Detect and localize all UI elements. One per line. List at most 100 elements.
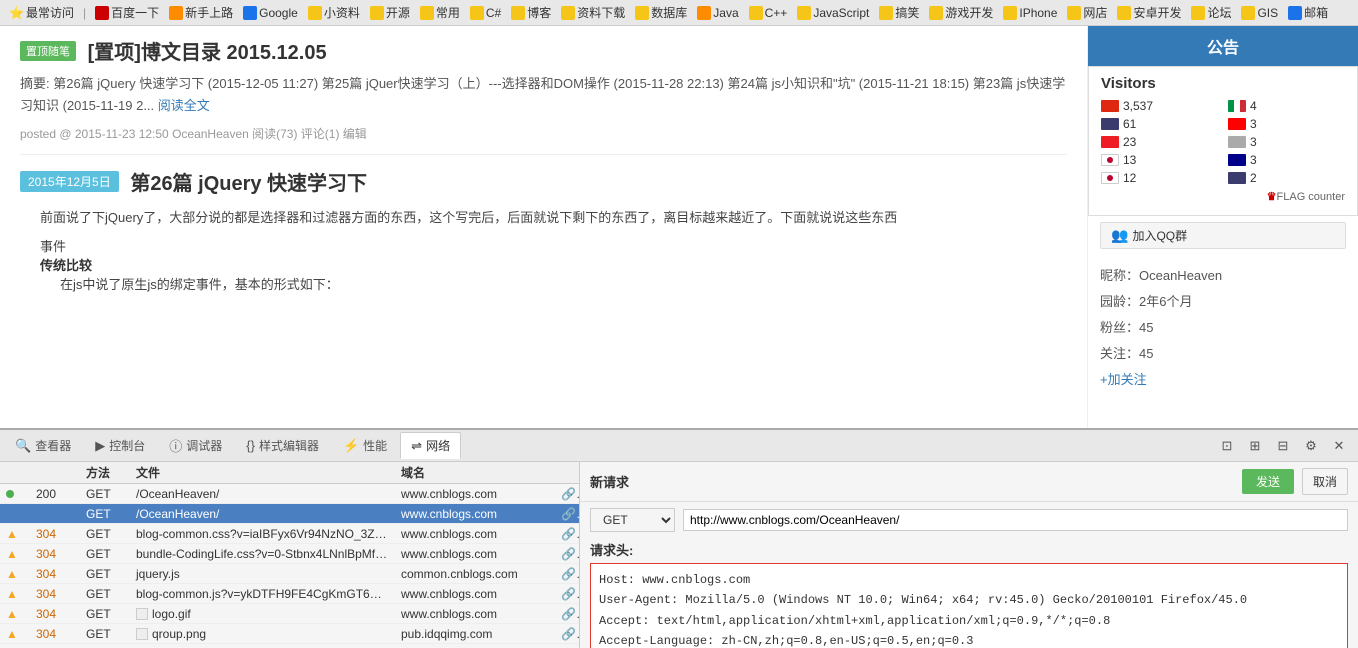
blog-content: 置顶随笔 [置项]博文目录 2015.12.05 摘要: 第26篇 jQuery… <box>0 26 1088 428</box>
row3-icon: 🔗 <box>555 527 579 541</box>
visitor-us2: 2 <box>1228 170 1345 186</box>
network-row-7[interactable]: ▲ 304 GET logo.gif www.cnblogs.com 🔗 <box>0 604 579 624</box>
read-more-link[interactable]: 阅读全文 <box>158 98 210 113</box>
bookmark-ziliao[interactable]: 资料下载 <box>558 3 628 22</box>
network-row-6[interactable]: ▲ 304 GET blog-common.js?v=ykDTFH9FE4CgK… <box>0 584 579 604</box>
flag-unknown <box>1228 136 1246 148</box>
bookmark-boke[interactable]: 博客 <box>508 3 554 22</box>
row7-status: 304 <box>30 607 80 621</box>
url-input[interactable] <box>683 509 1348 531</box>
bookmark-anzhuokaifa[interactable]: 安卓开发 <box>1114 3 1184 22</box>
tab-debugger[interactable]: ⓘ 调试器 <box>158 431 233 460</box>
devtools-tabs: 🔍 查看器 ▶ 控制台 ⓘ 调试器 {} 样式编辑器 ⚡ 性能 ⇌ 网络 ⊡ ⊞… <box>0 430 1358 462</box>
tab-style-editor[interactable]: {} 样式编辑器 <box>235 432 330 459</box>
row8-icon: 🔗 <box>555 627 579 641</box>
row7-domain: www.cnblogs.com <box>395 607 555 621</box>
folder-icon <box>1117 6 1131 20</box>
folder-icon <box>635 6 649 20</box>
bookmark-xiaoziliao[interactable]: 小资料 <box>305 3 363 22</box>
settings-icon[interactable]: ⚙ <box>1300 435 1322 457</box>
visitor-jp2: 12 <box>1101 170 1218 186</box>
folder-icon <box>561 6 575 20</box>
header-line: Host: www.cnblogs.com <box>599 570 1339 590</box>
ad-banner: 公告 <box>1088 26 1358 66</box>
style-icon: {} <box>246 438 255 453</box>
bookmark-csharp[interactable]: C# <box>467 5 504 21</box>
bookmark-xinshou[interactable]: 新手上路 <box>166 3 236 22</box>
bookmark-cpp[interactable]: C++ <box>746 5 791 21</box>
close-icon[interactable]: ✕ <box>1328 435 1350 457</box>
row1-check <box>0 487 30 501</box>
tab-viewer[interactable]: 🔍 查看器 <box>4 432 82 459</box>
devtools-panel: 🔍 查看器 ▶ 控制台 ⓘ 调试器 {} 样式编辑器 ⚡ 性能 ⇌ 网络 ⊡ ⊞… <box>0 428 1358 648</box>
row8-domain: pub.idqqimg.com <box>395 627 555 641</box>
row4-icon: 🔗 <box>555 547 579 561</box>
console-icon: ▶ <box>95 438 105 454</box>
network-icon: ⇌ <box>411 438 422 454</box>
tab-console[interactable]: ▶ 控制台 <box>84 432 156 459</box>
bookmark-kaiyuan[interactable]: 开源 <box>367 3 413 22</box>
pinned-badge: 置顶随笔 <box>20 41 76 61</box>
bookmark-luntan[interactable]: 论坛 <box>1188 3 1234 22</box>
bookmark-game[interactable]: 游戏开发 <box>926 3 996 22</box>
col-domain-header: 域名 <box>395 464 555 481</box>
bookmark-baidu[interactable]: 百度一下 <box>92 3 162 22</box>
qq-group-button[interactable]: 👥 加入QQ群 <box>1100 222 1346 249</box>
network-row-1[interactable]: 200 GET /OceanHeaven/ www.cnblogs.com 🔗 <box>0 484 579 504</box>
bookmark-google[interactable]: Google <box>240 5 301 21</box>
col-file-header: 文件 <box>130 464 395 481</box>
cancel-button[interactable]: 取消 <box>1302 468 1348 495</box>
row1-status: 200 <box>30 487 80 501</box>
bookmark-java[interactable]: Java <box>694 5 741 21</box>
bookmark-js[interactable]: JavaScript <box>794 5 872 21</box>
network-row-5[interactable]: ▲ 304 GET jquery.js common.cnblogs.com 🔗 <box>0 564 579 584</box>
folder-icon <box>1191 6 1205 20</box>
row6-method: GET <box>80 587 130 601</box>
bookmark-wangdian[interactable]: 网店 <box>1064 3 1110 22</box>
post2-title: 第26篇 jQuery 快速学习下 <box>130 173 367 195</box>
profile-follow: 关注：45 <box>1100 341 1346 367</box>
row1-icon: 🔗 <box>555 487 579 501</box>
row3-domain: www.cnblogs.com <box>395 527 555 541</box>
network-row-2[interactable]: GET /OceanHeaven/ www.cnblogs.com 🔗 <box>0 504 579 524</box>
post2-tag2: 传统比较 <box>40 255 1067 274</box>
bookmark-gis[interactable]: GIS <box>1238 5 1281 21</box>
flag-ca <box>1228 118 1246 130</box>
devtools-right-icons: ⊡ ⊞ ⊟ ⚙ ✕ <box>1216 435 1354 457</box>
split-icon[interactable]: ⊟ <box>1272 435 1294 457</box>
profile-fans: 粉丝：45 <box>1100 315 1346 341</box>
post2-body1: 前面说了下jQuery了，大部分说的都是选择器和过滤器方面的东西，这个写完后，后… <box>40 206 1067 229</box>
send-button[interactable]: 发送 <box>1242 469 1294 494</box>
java-icon <box>697 6 711 20</box>
row8-file: qroup.png <box>130 627 395 641</box>
bookmark-shujuku[interactable]: 数据库 <box>632 3 690 22</box>
add-follow-link[interactable]: +加关注 <box>1100 367 1346 393</box>
network-row-8[interactable]: ▲ 304 GET qroup.png pub.idqqimg.com 🔗 <box>0 624 579 644</box>
bookmark-changyong[interactable]: 常用 <box>417 3 463 22</box>
new-request-bar: 新请求 发送 取消 <box>580 462 1358 502</box>
tab-performance[interactable]: ⚡ 性能 <box>332 432 398 459</box>
tab-network[interactable]: ⇌ 网络 <box>400 432 461 459</box>
network-row-4[interactable]: ▲ 304 GET bundle-CodingLife.css?v=0-Stbn… <box>0 544 579 564</box>
col-method-header: 方法 <box>80 464 130 481</box>
bookmark-bar: ⭐ 最常访问 | 百度一下 新手上路 Google 小资料 开源 常用 C# 博… <box>0 0 1358 26</box>
row8-method: GET <box>80 627 130 641</box>
profile-box: 昵称：OceanHeaven 园龄：2年6个月 粉丝：45 关注：45 +加关注 <box>1088 255 1358 401</box>
flag-jp2 <box>1101 172 1119 184</box>
folder-icon <box>879 6 893 20</box>
undock-icon[interactable]: ⊞ <box>1244 435 1266 457</box>
request-headers-box[interactable]: Host: www.cnblogs.comUser-Agent: Mozilla… <box>590 563 1348 648</box>
post-divider <box>20 154 1067 155</box>
dock-icon[interactable]: ⊡ <box>1216 435 1238 457</box>
debugger-icon: ⓘ <box>169 436 182 455</box>
bookmark-youxiang[interactable]: 邮箱 <box>1285 3 1331 22</box>
bookmark-iphone[interactable]: IPhone <box>1000 5 1060 21</box>
row5-domain: common.cnblogs.com <box>395 567 555 581</box>
network-row-3[interactable]: ▲ 304 GET blog-common.css?v=iaIBFyx6Vr94… <box>0 524 579 544</box>
bookmark-zuichang[interactable]: ⭐ 最常访问 <box>6 3 77 22</box>
bookmark-gaoxiao[interactable]: 搞笑 <box>876 3 922 22</box>
folder-icon <box>1067 6 1081 20</box>
visitor-it-count: 4 <box>1250 99 1257 113</box>
method-select[interactable]: GET POST PUT DELETE <box>590 508 675 532</box>
network-table-body: 200 GET /OceanHeaven/ www.cnblogs.com 🔗 … <box>0 484 579 648</box>
